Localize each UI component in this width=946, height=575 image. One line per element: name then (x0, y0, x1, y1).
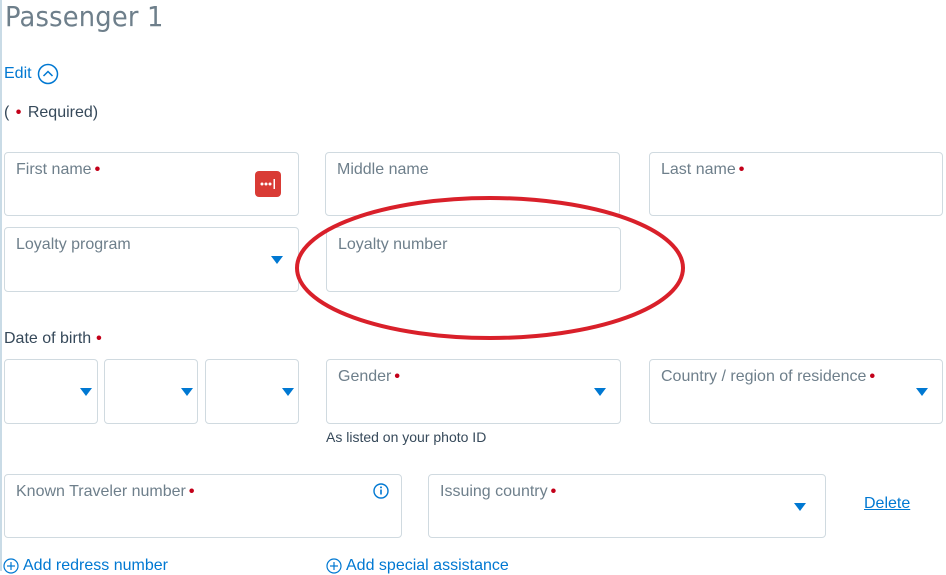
plus-circle-icon (3, 558, 19, 574)
required-dot: • (15, 104, 22, 121)
dob-day-select[interactable] (104, 359, 198, 424)
info-icon[interactable] (373, 483, 389, 499)
issuing-country-select[interactable]: Issuing country • (428, 474, 826, 538)
edit-label: Edit (4, 65, 32, 82)
loyalty-program-select[interactable]: Loyalty program (4, 227, 299, 292)
page-title: Passenger 1 (5, 0, 164, 33)
plus-circle-icon (326, 558, 342, 574)
gender-hint: As listed on your photo ID (326, 429, 487, 445)
caret-down-icon (80, 388, 92, 396)
left-border (0, 0, 2, 571)
caret-down-icon (181, 388, 193, 396)
caret-down-icon (594, 388, 606, 396)
dots-icon (260, 179, 275, 189)
dob-month-select[interactable] (4, 359, 98, 424)
caret-down-icon (916, 388, 928, 396)
gender-select[interactable]: Gender • (326, 359, 621, 424)
add-special-assistance-link[interactable]: Add special assistance (326, 557, 509, 575)
delete-link[interactable]: Delete (864, 495, 910, 513)
gender-label: Gender • (338, 368, 400, 385)
caret-down-icon (282, 388, 294, 396)
first-name-field[interactable]: First name • (4, 152, 299, 216)
middle-name-label: Middle name (337, 161, 429, 178)
chevron-up-circle-icon (37, 63, 58, 85)
password-manager-icon[interactable] (255, 171, 281, 197)
known-traveler-field[interactable]: Known Traveler number • (4, 474, 402, 538)
known-traveler-label: Known Traveler number • (16, 483, 195, 500)
date-of-birth-label: Date of birth • (4, 330, 102, 347)
country-residence-select[interactable]: Country / region of residence • (649, 359, 943, 424)
add-redress-link[interactable]: Add redress number (3, 557, 168, 575)
caret-down-icon (271, 256, 283, 264)
last-name-label: Last name • (661, 161, 745, 178)
first-name-label: First name • (16, 161, 101, 178)
dob-year-select[interactable] (205, 359, 299, 424)
loyalty-number-label: Loyalty number (338, 236, 448, 253)
middle-name-field[interactable]: Middle name (325, 152, 620, 216)
issuing-country-label: Issuing country • (440, 483, 557, 500)
loyalty-number-field[interactable]: Loyalty number (326, 227, 621, 292)
edit-link[interactable]: Edit (4, 63, 59, 85)
last-name-field[interactable]: Last name • (649, 152, 943, 216)
country-residence-label: Country / region of residence • (661, 368, 876, 385)
loyalty-program-label: Loyalty program (16, 236, 131, 253)
caret-down-icon (794, 503, 806, 511)
required-note: ( • Required) (4, 104, 99, 121)
